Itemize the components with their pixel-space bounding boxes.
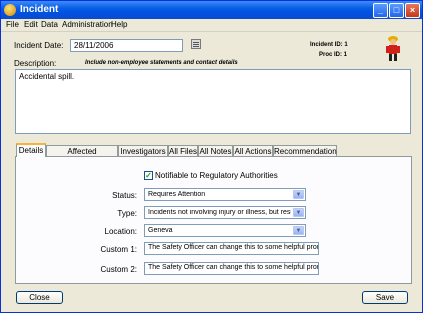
custom1-field[interactable]: The Safety Officer can change this to so…	[144, 242, 319, 255]
incident-date-field[interactable]: 28/11/2006	[70, 39, 183, 52]
location-select[interactable]: Geneva ▼	[144, 224, 306, 237]
notifiable-label: Notifiable to Regulatory Authorities	[155, 171, 278, 180]
location-label: Location:	[104, 227, 137, 236]
chevron-down-icon: ▼	[293, 190, 304, 199]
title-bar[interactable]: Incident _ □ ×	[1, 1, 422, 19]
type-label: Type:	[117, 209, 137, 218]
menu-administration[interactable]: Administration	[62, 20, 113, 29]
proc-id: Proc ID: 1	[319, 52, 348, 58]
firefighter-icon	[386, 36, 400, 61]
incident-date-label: Incident Date:	[14, 41, 64, 50]
tab-all-files[interactable]: All Files	[168, 145, 198, 156]
custom2-label: Custom 2:	[100, 265, 137, 274]
menu-file[interactable]: File	[6, 20, 19, 29]
maximize-button[interactable]: □	[389, 3, 404, 18]
window-title: Incident	[20, 4, 59, 15]
status-label: Status:	[112, 191, 137, 200]
description-hint: Include non-employee statements and cont…	[85, 60, 238, 66]
custom1-label: Custom 1:	[100, 245, 137, 254]
close-button[interactable]: Close	[16, 291, 63, 304]
menu-data[interactable]: Data	[41, 20, 58, 29]
details-panel: ✓ Notifiable to Regulatory Authorities S…	[15, 156, 412, 284]
tab-all-notes[interactable]: All Notes	[198, 145, 233, 156]
chevron-down-icon: ▼	[293, 226, 304, 235]
notifiable-checkbox[interactable]: ✓	[144, 171, 153, 180]
status-select[interactable]: Requires Attention ▼	[144, 188, 306, 201]
type-value: Incidents not involving injury or illnes…	[148, 209, 291, 216]
save-button[interactable]: Save	[362, 291, 408, 304]
close-window-button[interactable]: ×	[405, 3, 420, 18]
location-value: Geneva	[148, 227, 173, 234]
menu-help[interactable]: Help	[111, 20, 127, 29]
app-icon	[4, 4, 16, 16]
incident-id: Incident ID: 1	[310, 42, 348, 48]
status-value: Requires Attention	[148, 191, 206, 198]
menu-bar: File Edit Data Administration Help	[1, 19, 422, 32]
tab-all-actions[interactable]: All Actions	[233, 145, 273, 156]
custom2-field[interactable]: The Safety Officer can change this to so…	[144, 262, 319, 275]
menu-edit[interactable]: Edit	[24, 20, 38, 29]
minimize-button[interactable]: _	[373, 3, 388, 18]
tab-affected-employees[interactable]: Affected Employees	[46, 145, 118, 167]
description-label: Description:	[14, 59, 57, 68]
calendar-icon[interactable]	[191, 39, 201, 49]
incident-window: Incident _ □ × File Edit Data Administra…	[0, 0, 423, 313]
type-select[interactable]: Incidents not involving injury or illnes…	[144, 206, 306, 219]
description-textarea[interactable]: Accidental spill.	[15, 69, 411, 134]
chevron-down-icon: ▼	[293, 208, 304, 217]
tab-details[interactable]: Details	[16, 143, 46, 157]
tab-recommendation[interactable]: Recommendation	[273, 145, 337, 156]
tab-investigators[interactable]: Investigators	[118, 145, 168, 156]
